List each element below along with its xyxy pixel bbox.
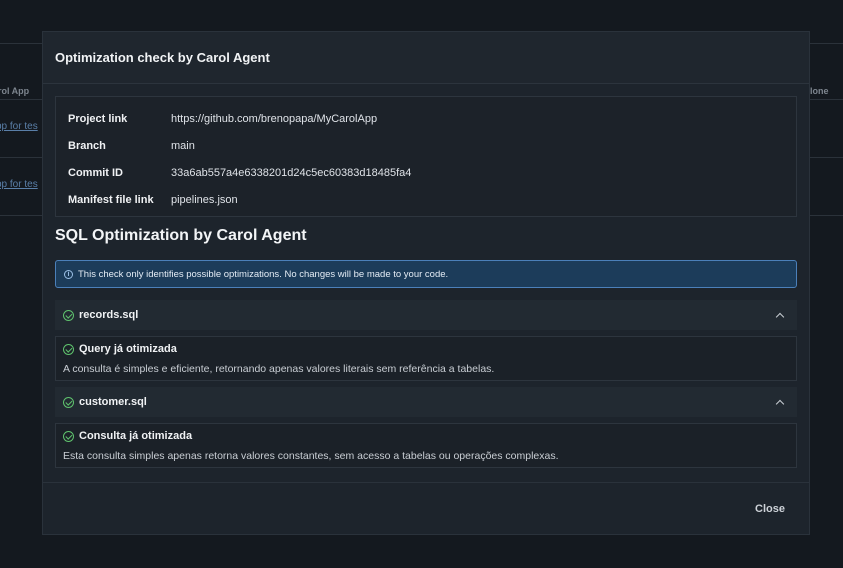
result-title: Query já otimizada <box>79 343 177 355</box>
info-key: Project link <box>68 112 128 125</box>
check-circle-icon <box>63 309 74 321</box>
file-name: records.sql <box>79 309 139 321</box>
result-title: Consulta já otimizada <box>79 430 193 442</box>
modal-header: Optimization check by Carol Agent <box>43 32 809 84</box>
check-circle-icon <box>63 396 74 408</box>
info-notice: i This check only identifies possible op… <box>55 260 797 288</box>
manifest-file-link-value[interactable]: pipelines.json <box>171 194 238 206</box>
file-name: customer.sql <box>79 396 147 408</box>
repository-info-card: Project link https://github.com/brenopap… <box>55 96 797 217</box>
modal-footer: Close <box>43 482 809 534</box>
optimization-result-card: Query já otimizada A consulta é simples … <box>55 336 797 381</box>
modal-body[interactable]: Project link https://github.com/brenopap… <box>43 84 809 484</box>
check-circle-icon <box>63 343 74 355</box>
background-column-header: lone <box>810 86 829 96</box>
info-row-manifest-file-link: Manifest file link pipelines.json <box>68 186 784 213</box>
file-accordion-header-customer[interactable]: customer.sql <box>55 387 797 417</box>
info-key: Branch <box>68 139 106 152</box>
result-description: A consulta é simples e eficiente, retorn… <box>63 363 495 375</box>
notice-text: This check only identifies possible opti… <box>78 268 449 280</box>
info-row-branch: Branch main <box>68 132 784 159</box>
info-row-commit-id: Commit ID 33a6ab557a4e6338201d24c5ec6038… <box>68 159 784 186</box>
file-accordion-header-records[interactable]: records.sql <box>55 300 797 330</box>
section-title: SQL Optimization by Carol Agent <box>55 227 307 244</box>
info-key: Commit ID <box>68 166 123 179</box>
background-row-link: pp for tes <box>0 121 38 132</box>
modal-title: Optimization check by Carol Agent <box>55 50 270 65</box>
close-button[interactable]: Close <box>755 503 785 515</box>
chevron-up-icon[interactable] <box>775 399 785 408</box>
branch-value: main <box>171 139 195 152</box>
info-icon: i <box>64 269 73 279</box>
info-row-project-link: Project link https://github.com/brenopap… <box>68 105 784 132</box>
optimization-check-modal: Optimization check by Carol Agent Projec… <box>42 31 810 535</box>
result-description: Esta consulta simples apenas retorna val… <box>63 450 559 462</box>
project-link-value[interactable]: https://github.com/brenopapa/MyCarolApp <box>171 113 377 125</box>
commit-id-value: 33a6ab557a4e6338201d24c5ec60383d18485fa4 <box>171 166 412 179</box>
info-key: Manifest file link <box>68 193 154 206</box>
check-circle-icon <box>63 430 74 442</box>
background-column-header: rol App <box>0 86 30 96</box>
background-row-link: pp for tes <box>0 179 38 190</box>
chevron-up-icon[interactable] <box>775 312 785 321</box>
optimization-result-card: Consulta já otimizada Esta consulta simp… <box>55 423 797 468</box>
